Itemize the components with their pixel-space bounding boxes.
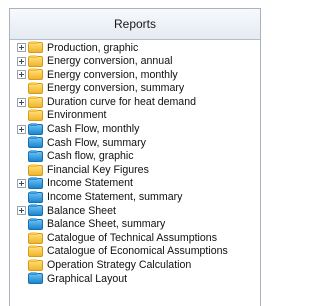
folder-icon [28,245,43,258]
report-tree: Production, graphic Energy conversion, an… [10,40,260,286]
folder-icon [28,54,43,67]
panel-title: Reports [113,17,157,31]
tree-item[interactable]: Operation Strategy Calculation [10,258,260,273]
tree-item[interactable]: Financial Key Figures [10,163,260,177]
panel-header: Reports [10,9,260,40]
tree-item-label: Production, graphic [47,41,139,54]
tree-item-label: Catalogue of Technical Assumptions [47,231,217,244]
tree-item[interactable]: Balance Sheet, summary [10,218,260,232]
folder-icon [28,68,43,81]
tree-item[interactable]: Income Statement [10,177,260,191]
expand-icon[interactable] [17,179,26,189]
expand-icon[interactable] [17,206,26,216]
folder-icon [28,231,43,244]
folder-icon [28,136,43,149]
tree-item[interactable]: Cash Flow, summary [10,136,260,150]
tree-item[interactable]: Income Statement, summary [10,190,260,205]
tree-item-label: Income Statement, summary [47,191,183,204]
folder-icon [28,95,43,108]
folder-icon [28,122,43,135]
expand-icon[interactable] [17,97,26,107]
folder-icon [28,218,43,231]
folder-icon [28,190,43,203]
folder-icon [28,204,43,217]
tree-item[interactable]: Environment [10,109,260,123]
tree-item-label: Catalogue of Economical Assumptions [47,245,228,258]
tree-item-label: Environment [47,109,107,122]
folder-icon [28,41,43,54]
tree-item[interactable]: Energy conversion, annual [10,54,260,69]
folder-icon [28,177,43,190]
tree-item[interactable]: Cash flow, graphic [10,150,260,164]
tree-item[interactable]: Catalogue of Economical Assumptions [10,245,260,259]
tree-item-label: Balance Sheet, summary [47,218,166,231]
tree-item-label: Energy conversion, monthly [47,68,178,81]
tree-item[interactable]: Graphical Layout [10,272,260,286]
expand-icon[interactable] [17,56,26,66]
tree-item-label: Cash flow, graphic [47,150,134,163]
folder-icon [28,150,43,163]
folder-icon [28,82,43,95]
expand-icon[interactable] [17,70,26,80]
expand-icon[interactable] [17,124,26,134]
tree-item[interactable]: Cash Flow, monthly [10,122,260,137]
reports-panel: Reports Production, graphic Energy conver… [9,8,261,306]
tree-item[interactable]: Duration curve for heat demand [10,95,260,109]
tree-item[interactable]: Catalogue of Technical Assumptions [10,231,260,245]
tree-item-label: Income Statement [47,177,133,190]
tree-item-label: Graphical Layout [47,272,128,285]
tree-item-label: Operation Strategy Calculation [47,259,192,271]
folder-icon [28,163,43,176]
tree-item[interactable]: Balance Sheet [10,204,260,218]
folder-icon [28,258,43,271]
tree-item-label: Duration curve for heat demand [47,95,196,108]
folder-icon [28,109,43,122]
tree-item[interactable]: Production, graphic [10,41,260,55]
expand-icon[interactable] [17,43,26,53]
tree-item-label: Balance Sheet [47,204,116,217]
tree-item-label: Financial Key Figures [47,163,149,176]
tree-item-label: Cash Flow, summary [47,136,146,149]
tree-item[interactable]: Energy conversion, monthly [10,68,260,82]
tree-item-label: Energy conversion, summary [47,82,185,95]
tree-item-label: Cash Flow, monthly [47,123,140,136]
tree-item[interactable]: Energy conversion, summary [10,82,260,96]
folder-icon [28,272,43,285]
tree-item-label: Energy conversion, annual [47,55,173,68]
